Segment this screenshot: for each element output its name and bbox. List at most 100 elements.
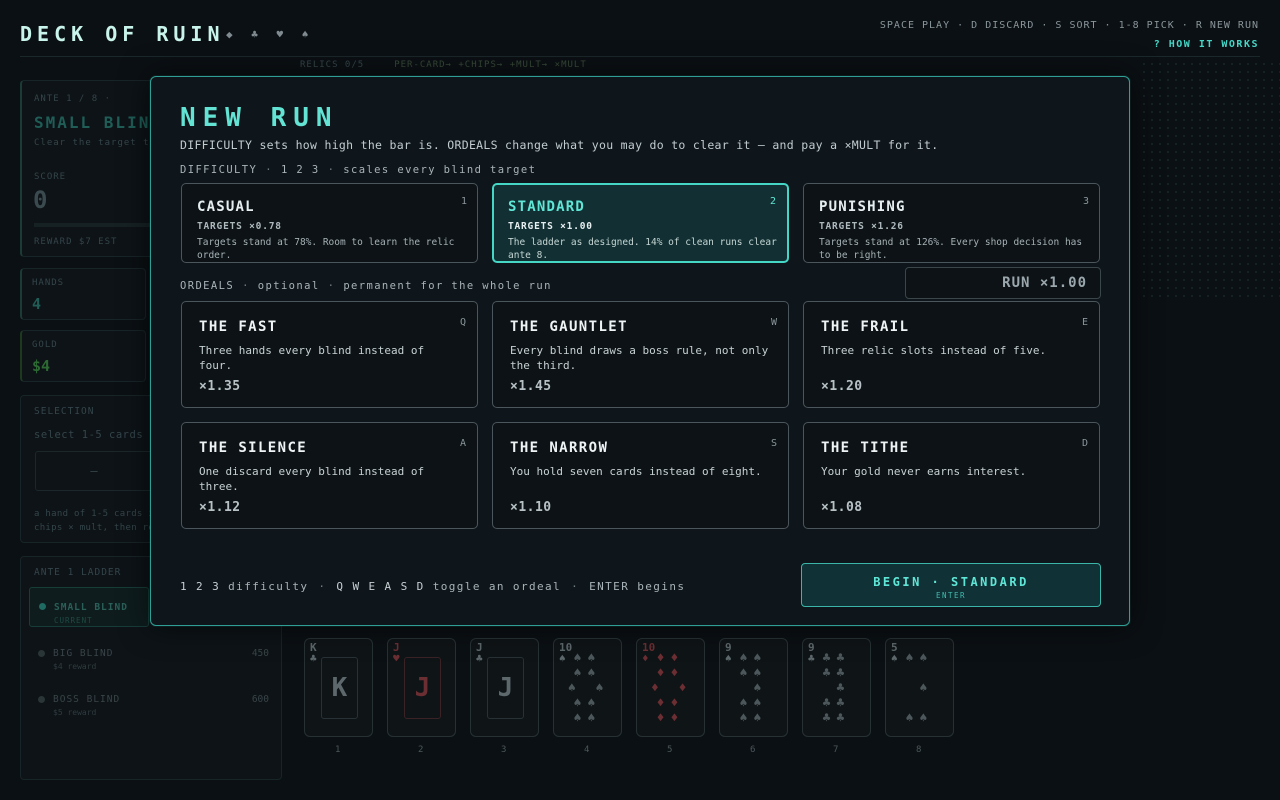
gold-label: GOLD xyxy=(32,340,58,350)
card-face: J xyxy=(487,657,524,719)
playing-card[interactable]: 10 ♠ ♠♠ ♠♠ ♠ ♠ ♠♠ ♠♠ xyxy=(553,638,622,737)
divider xyxy=(20,56,1260,57)
ladder-item-sub: CURRENT xyxy=(54,616,93,625)
ordeal-the-gauntlet[interactable]: THE GAUNTLET W Every blind draws a boss … xyxy=(492,301,789,408)
ordeal-mult: ×1.20 xyxy=(821,379,863,394)
shortcut-key: A xyxy=(459,438,466,449)
playing-card[interactable]: 10 ♦ ♦♦ ♦♦ ♦ ♦ ♦♦ ♦♦ xyxy=(636,638,705,737)
ordeal-mult: ×1.12 xyxy=(199,500,241,515)
reward-label: REWARD $7 EST xyxy=(34,237,118,247)
app-logo: DECK OF RUIN xyxy=(20,22,225,46)
ordeal-name: THE FAST xyxy=(199,319,278,335)
card-slot-number: 3 xyxy=(501,745,507,755)
score-progress-bar xyxy=(34,223,154,227)
ladder-item-name: BOSS BLIND xyxy=(53,694,121,705)
shortcut-key: 3 xyxy=(1082,196,1089,207)
ordeal-desc: Every blind draws a boss rule, not only … xyxy=(510,344,769,372)
relics-count: RELICS 0/5 xyxy=(300,60,365,70)
card-slot-number: 2 xyxy=(418,745,424,755)
ordeal-desc: Three hands every blind instead of four. xyxy=(199,344,425,372)
difficulty-name: STANDARD xyxy=(508,199,586,215)
ante-label: ANTE 1 / 8 · xyxy=(34,94,112,104)
ladder-item-big-blind: BIG BLIND $4 reward 450 xyxy=(29,639,275,675)
shortcut-key: Q xyxy=(459,317,466,328)
begin-run-button[interactable]: BEGIN · STANDARD ENTER xyxy=(801,563,1101,607)
ordeals-section-label: ORDEALS · optional · permanent for the whole… xyxy=(180,280,552,292)
selection-label: SELECTION xyxy=(34,406,95,417)
shortcut-key: E xyxy=(1081,317,1088,328)
difficulty-section-label: DIFFICULTY · 1 2 3 · scales every blind targ… xyxy=(180,164,537,176)
card-slot-number: 5 xyxy=(667,745,673,755)
ladder-item-sub: $4 reward xyxy=(53,662,97,671)
card-face: J xyxy=(404,657,441,719)
ordeal-name: THE TITHE xyxy=(821,440,910,456)
ordeal-the-silence[interactable]: THE SILENCE A One discard every blind in… xyxy=(181,422,478,529)
difficulty-option-casual[interactable]: CASUAL 1 TARGETS ×0.78 Targets stand at … xyxy=(181,183,478,263)
ladder-item-small-blind: SMALL BLIND CURRENT xyxy=(29,587,149,627)
card-pips-icon: ♠♠ ♠♠ ♠ ♠♠ ♠♠ xyxy=(739,651,768,726)
difficulty-desc: Targets stand at 126%. Every shop decisi… xyxy=(819,237,1083,261)
ordeal-the-tithe[interactable]: THE TITHE D Your gold never earns intere… xyxy=(803,422,1100,529)
card-pips-icon: ♠♠ ♠♠ ♠ ♠ ♠♠ ♠♠ xyxy=(568,651,610,726)
difficulty-name: PUNISHING xyxy=(819,199,906,215)
shortcut-key: W xyxy=(770,317,777,328)
difficulty-targets: TARGETS ×1.26 xyxy=(819,221,904,232)
card-pips-icon: ♦♦ ♦♦ ♦ ♦ ♦♦ ♦♦ xyxy=(651,651,693,726)
how-it-works-link[interactable]: ? HOW IT WORKS xyxy=(1154,39,1259,50)
new-run-dialog: NEW RUN DIFFICULTY sets how high the bar… xyxy=(150,76,1130,626)
dialog-subtitle: DIFFICULTY sets how high the bar is. ORD… xyxy=(180,138,939,152)
playing-card[interactable]: 9 ♠ ♠♠ ♠♠ ♠ ♠♠ ♠♠ xyxy=(719,638,788,737)
card-rank: J ♥ xyxy=(393,641,400,665)
playing-card[interactable]: 9 ♣ ♣♣ ♣♣ ♣ ♣♣ ♣♣ xyxy=(802,638,871,737)
card-rank: 5 ♠ xyxy=(891,641,898,665)
dialog-title: NEW RUN xyxy=(180,103,339,133)
ladder-item-boss-blind: BOSS BLIND $5 reward 600 xyxy=(29,685,275,721)
ordeal-mult: ×1.35 xyxy=(199,379,241,394)
suit-icons: ◆ ♣ ♥ ♠ xyxy=(226,28,315,41)
ladder-item-name: SMALL BLIND xyxy=(54,602,128,613)
keyboard-hint: 1 2 3 difficulty · Q W E A S D toggle an o… xyxy=(180,580,686,593)
ladder-item-target: 600 xyxy=(251,694,269,705)
difficulty-option-standard[interactable]: STANDARD 2 TARGETS ×1.00 The ladder as d… xyxy=(492,183,789,263)
help-line-1: a hand of 1-5 cards i xyxy=(34,509,155,519)
help-line-2: chips × mult, then re xyxy=(34,523,155,533)
card-rank: K ♣ xyxy=(310,641,317,665)
ordeal-the-narrow[interactable]: THE NARROW S You hold seven cards instea… xyxy=(492,422,789,529)
ordeal-desc: Your gold never earns interest. xyxy=(821,465,1027,478)
pending-dot-icon xyxy=(38,650,45,657)
ordeal-name: THE SILENCE xyxy=(199,440,308,456)
ordeal-desc: You hold seven cards instead of eight. xyxy=(510,465,762,478)
decorative-dot-grid xyxy=(1140,60,1280,300)
begin-enter-hint: ENTER xyxy=(935,591,967,600)
card-face: K xyxy=(321,657,358,719)
playing-card[interactable]: 5 ♠ ♠♠ ♠ ♠♠ xyxy=(885,638,954,737)
keyboard-shortcuts: SPACE PLAY · D DISCARD · S SORT · 1-8 PI… xyxy=(879,20,1259,31)
ordeal-mult: ×1.08 xyxy=(821,500,863,515)
hands-panel: HANDS 4 xyxy=(20,268,146,320)
card-slot-number: 8 xyxy=(916,745,922,755)
playing-card[interactable]: J ♥ J xyxy=(387,638,456,737)
ordeal-mult: ×1.10 xyxy=(510,500,552,515)
ladder-item-name: BIG BLIND xyxy=(53,648,114,659)
shortcut-key: 1 xyxy=(460,196,467,207)
score-label: SCORE xyxy=(34,172,67,182)
card-rank: J ♣ xyxy=(476,641,483,665)
difficulty-option-punishing[interactable]: PUNISHING 3 TARGETS ×1.26 Targets stand … xyxy=(803,183,1100,263)
hands-label: HANDS xyxy=(32,278,65,288)
gold-value: $4 xyxy=(32,357,51,375)
difficulty-desc: Targets stand at 78%. Room to learn the … xyxy=(197,237,455,261)
shortcut-key: D xyxy=(1081,438,1088,449)
card-rank: 9 ♠ xyxy=(725,641,732,665)
pending-dot-icon xyxy=(38,696,45,703)
playing-card[interactable]: J ♣ J xyxy=(470,638,539,737)
shortcut-key: 2 xyxy=(769,196,776,207)
ordeal-the-frail[interactable]: THE FRAIL E Three relic slots instead of… xyxy=(803,301,1100,408)
relics-order-tip: PER-CARD→ +CHIPS→ +MULT→ ×MULT xyxy=(394,60,587,70)
card-slot-number: 7 xyxy=(833,745,839,755)
ladder-item-sub: $5 reward xyxy=(53,708,97,717)
playing-card[interactable]: K ♣ K xyxy=(304,638,373,737)
ordeal-the-fast[interactable]: THE FAST Q Three hands every blind inste… xyxy=(181,301,478,408)
card-slot-number: 4 xyxy=(584,745,590,755)
card-slot-number: 1 xyxy=(335,745,341,755)
selection-box: — xyxy=(35,451,153,491)
